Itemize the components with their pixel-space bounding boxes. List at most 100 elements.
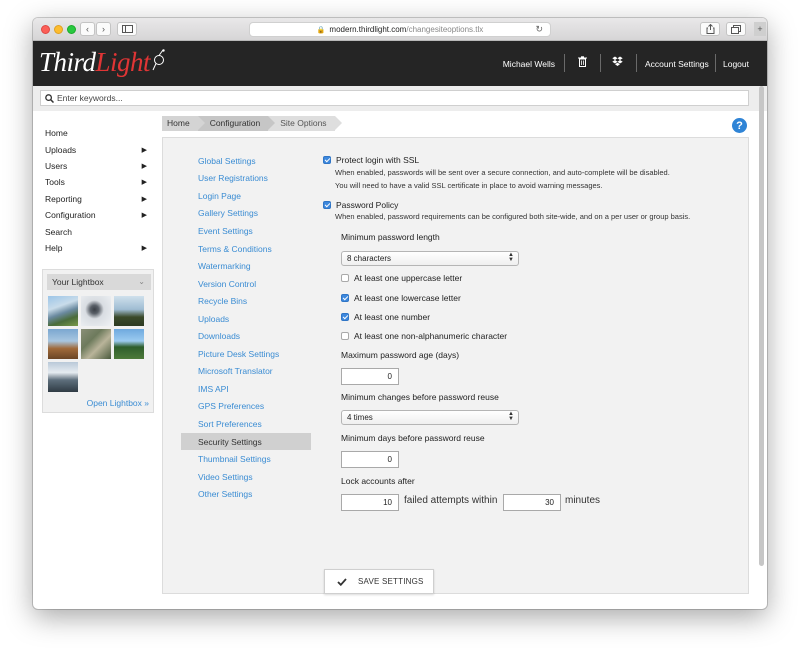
subnav-item-login-page[interactable]: Login Page (181, 187, 311, 205)
checkmark-icon (337, 577, 347, 586)
chevron-down-icon: ⌄ (138, 277, 145, 286)
subnav-item-event-settings[interactable]: Event Settings (181, 222, 311, 240)
subnav-item-security-settings[interactable]: Security Settings (181, 432, 311, 451)
subnav-item-user-registrations[interactable]: User Registrations (181, 170, 311, 188)
plus-icon: + (757, 24, 763, 34)
ssl-option: Protect login with SSL (323, 155, 419, 165)
lock-attempts-input[interactable]: 10 (341, 494, 399, 511)
select-arrows-icon: ▲ ▼ (508, 252, 514, 263)
breadcrumb-home[interactable]: Home (162, 116, 205, 131)
search-icon[interactable] (41, 93, 57, 103)
number-checkbox[interactable] (341, 313, 349, 321)
nav-item-tools[interactable]: Tools ▶ (45, 174, 153, 190)
subnav-item-uploads[interactable]: Uploads (181, 310, 311, 328)
lightbox-thumbnail[interactable] (81, 296, 111, 326)
save-settings-button[interactable]: SAVE SETTINGS (324, 569, 434, 594)
subnav-item-ims-api[interactable]: IMS API (181, 380, 311, 398)
lightbox-thumbnail[interactable] (81, 329, 111, 359)
nav-item-users[interactable]: Users ▶ (45, 158, 153, 174)
trash-icon[interactable] (578, 56, 587, 69)
subnav-item-video-settings[interactable]: Video Settings (181, 468, 311, 486)
subnav-item-sort-preferences[interactable]: Sort Preferences (181, 415, 311, 433)
min-length-label: Minimum password length (341, 232, 440, 242)
nonalpha-option: At least one non-alphanumeric character (341, 331, 507, 341)
lowercase-option: At least one lowercase letter (341, 293, 461, 303)
nav-item-label: Reporting (45, 193, 82, 204)
current-user-name[interactable]: Michael Wells (503, 41, 555, 86)
max-age-label: Maximum password age (days) (341, 350, 460, 360)
ssl-checkbox[interactable] (323, 156, 331, 164)
nav-item-configuration[interactable]: Configuration ▶ (45, 207, 153, 223)
third-light-logo[interactable]: ThirdLight (39, 47, 165, 78)
open-lightbox-link[interactable]: Open Lightbox » (87, 398, 149, 408)
breadcrumb-configuration[interactable]: Configuration (197, 116, 275, 131)
sidebar-icon (121, 25, 133, 33)
window-close-button[interactable] (41, 25, 50, 34)
nav-item-search[interactable]: Search (45, 223, 153, 239)
subnav-item-thumbnail-settings[interactable]: Thumbnail Settings (181, 450, 311, 468)
subnav-item-terms-conditions[interactable]: Terms & Conditions (181, 240, 311, 258)
subnav-item-recycle-bins[interactable]: Recycle Bins (181, 292, 311, 310)
lightbox-thumbnail[interactable] (114, 296, 144, 326)
lightbox-thumbnail[interactable] (48, 362, 78, 392)
window-zoom-button[interactable] (67, 25, 76, 34)
logout-link[interactable]: Logout (723, 41, 749, 86)
password-policy-option: Password Policy (323, 200, 398, 210)
tabs-overview-button[interactable] (726, 22, 746, 36)
forward-button[interactable]: › (96, 22, 111, 36)
nonalpha-checkbox[interactable] (341, 332, 349, 340)
nav-item-help[interactable]: Help ▶ (45, 240, 153, 256)
min-days-input[interactable]: 0 (341, 451, 399, 468)
reload-icon[interactable]: ↻ (535, 24, 543, 35)
address-bar[interactable]: 🔒 modern.thirdlight.com/changesiteoption… (249, 22, 551, 37)
page-scrollbar[interactable] (759, 86, 764, 566)
tabs-icon (731, 24, 741, 34)
help-icon[interactable]: ? (732, 118, 747, 133)
nav-item-label: Help (45, 242, 63, 253)
subnav-item-watermarking[interactable]: Watermarking (181, 257, 311, 275)
subnav-item-gallery-settings[interactable]: Gallery Settings (181, 205, 311, 223)
nav-item-label: Users (45, 160, 68, 171)
uppercase-checkbox[interactable] (341, 274, 349, 282)
lock-attempts-text: failed attempts within (404, 495, 498, 506)
uppercase-option: At least one uppercase letter (341, 273, 462, 283)
subnav-item-microsoft-translator[interactable]: Microsoft Translator (181, 363, 311, 381)
window-minimize-button[interactable] (54, 25, 63, 34)
lightbox-selector[interactable]: Your Lightbox ⌄ (47, 274, 151, 290)
nav-item-home[interactable]: Home (45, 125, 153, 141)
nav-item-reporting[interactable]: Reporting ▶ (45, 191, 153, 207)
share-button[interactable] (700, 22, 720, 36)
nav-item-label: Tools (45, 177, 65, 188)
lock-minutes-text: minutes (565, 495, 601, 506)
subnav-item-picture-desk-settings[interactable]: Picture Desk Settings (181, 345, 311, 363)
max-age-input[interactable]: 0 (341, 368, 399, 385)
settings-subnav: Global Settings User Registrations Login… (181, 152, 311, 503)
subnav-item-other-settings[interactable]: Other Settings (181, 485, 311, 503)
sidebar-toggle-button[interactable] (117, 22, 137, 36)
back-button[interactable]: ‹ (80, 22, 95, 36)
submenu-arrow-icon: ▶ (141, 162, 147, 170)
subnav-item-gps-preferences[interactable]: GPS Preferences (181, 398, 311, 416)
search-input[interactable] (57, 93, 737, 103)
lightbox-thumbnail[interactable] (48, 329, 78, 359)
subnav-item-global-settings[interactable]: Global Settings (181, 152, 311, 170)
submenu-arrow-icon: ▶ (141, 244, 147, 252)
password-policy-checkbox[interactable] (323, 201, 331, 209)
lock-minutes-input[interactable]: 30 (503, 494, 561, 511)
min-length-select[interactable]: 8 characters ▲ ▼ (341, 251, 519, 266)
min-changes-select[interactable]: 4 times ▲ ▼ (341, 410, 519, 425)
left-nav: Home Uploads ▶ Users ▶ Tools ▶ Reporting ▶ C… (45, 125, 153, 256)
nav-item-label: Configuration (45, 210, 96, 221)
lightbox-thumbnail[interactable] (48, 296, 78, 326)
subnav-item-downloads[interactable]: Downloads (181, 327, 311, 345)
lock-accounts-label: Lock accounts after (341, 476, 415, 486)
lowercase-checkbox[interactable] (341, 294, 349, 302)
subnav-item-version-control[interactable]: Version Control (181, 275, 311, 293)
dropbox-icon[interactable] (612, 56, 623, 69)
lowercase-label: At least one lowercase letter (354, 293, 461, 303)
new-tab-button[interactable]: + (754, 22, 766, 36)
account-settings-link[interactable]: Account Settings (645, 41, 709, 86)
nav-item-uploads[interactable]: Uploads ▶ (45, 141, 153, 157)
app-header: ThirdLight Michael Wells Account Setting… (33, 41, 767, 86)
lightbox-thumbnail[interactable] (114, 329, 144, 359)
